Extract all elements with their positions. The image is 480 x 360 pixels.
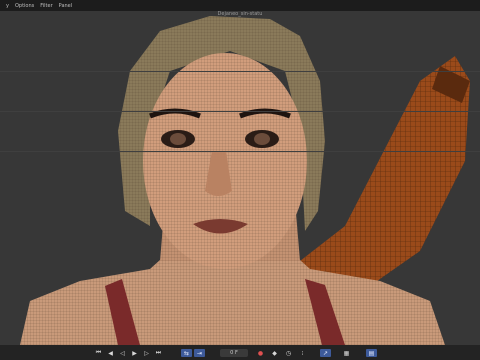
menu-bar: y Options Filter Panel (0, 0, 480, 11)
skip-start-icon[interactable]: ⏮ (94, 349, 103, 357)
play-icon[interactable]: ▶ (130, 349, 139, 357)
play-reverse-icon[interactable]: ◁ (118, 349, 127, 357)
record-icon[interactable]: ● (256, 349, 265, 357)
viewport-3d[interactable] (0, 11, 480, 345)
range-icon[interactable]: ⇥ (194, 349, 205, 357)
wireframe-model-render (20, 16, 470, 345)
document-title: Dejaneo_sin-statu (217, 11, 263, 17)
step-forward-icon[interactable]: ▷ (142, 349, 151, 357)
step-back-icon[interactable]: ◀ (106, 349, 115, 357)
menu-item-y[interactable]: y (6, 3, 9, 9)
rifle-stock-mesh (300, 56, 470, 286)
face-mesh (143, 53, 307, 269)
keyframe-icon[interactable]: ◆ (270, 349, 279, 357)
timer-icon[interactable]: ◷ (284, 349, 293, 357)
viewport-grid-line (0, 71, 480, 72)
frame-field[interactable]: 0 F (220, 349, 248, 357)
skip-end-icon[interactable]: ⏭ (154, 349, 163, 357)
viewport-grid-line (0, 151, 480, 152)
loop-icon[interactable]: ⇆ (181, 349, 192, 357)
viewport-grid-line (0, 111, 480, 112)
menu-item-panel[interactable]: Panel (59, 3, 73, 9)
options-icon[interactable]: ⁝ (298, 349, 307, 357)
layout-icon[interactable]: ▤ (366, 349, 377, 357)
menu-item-options[interactable]: Options (15, 3, 34, 9)
menu-item-filter[interactable]: Filter (40, 3, 52, 9)
motion-icon[interactable]: ↗ (320, 349, 331, 357)
grid-icon[interactable]: ▦ (342, 349, 351, 357)
